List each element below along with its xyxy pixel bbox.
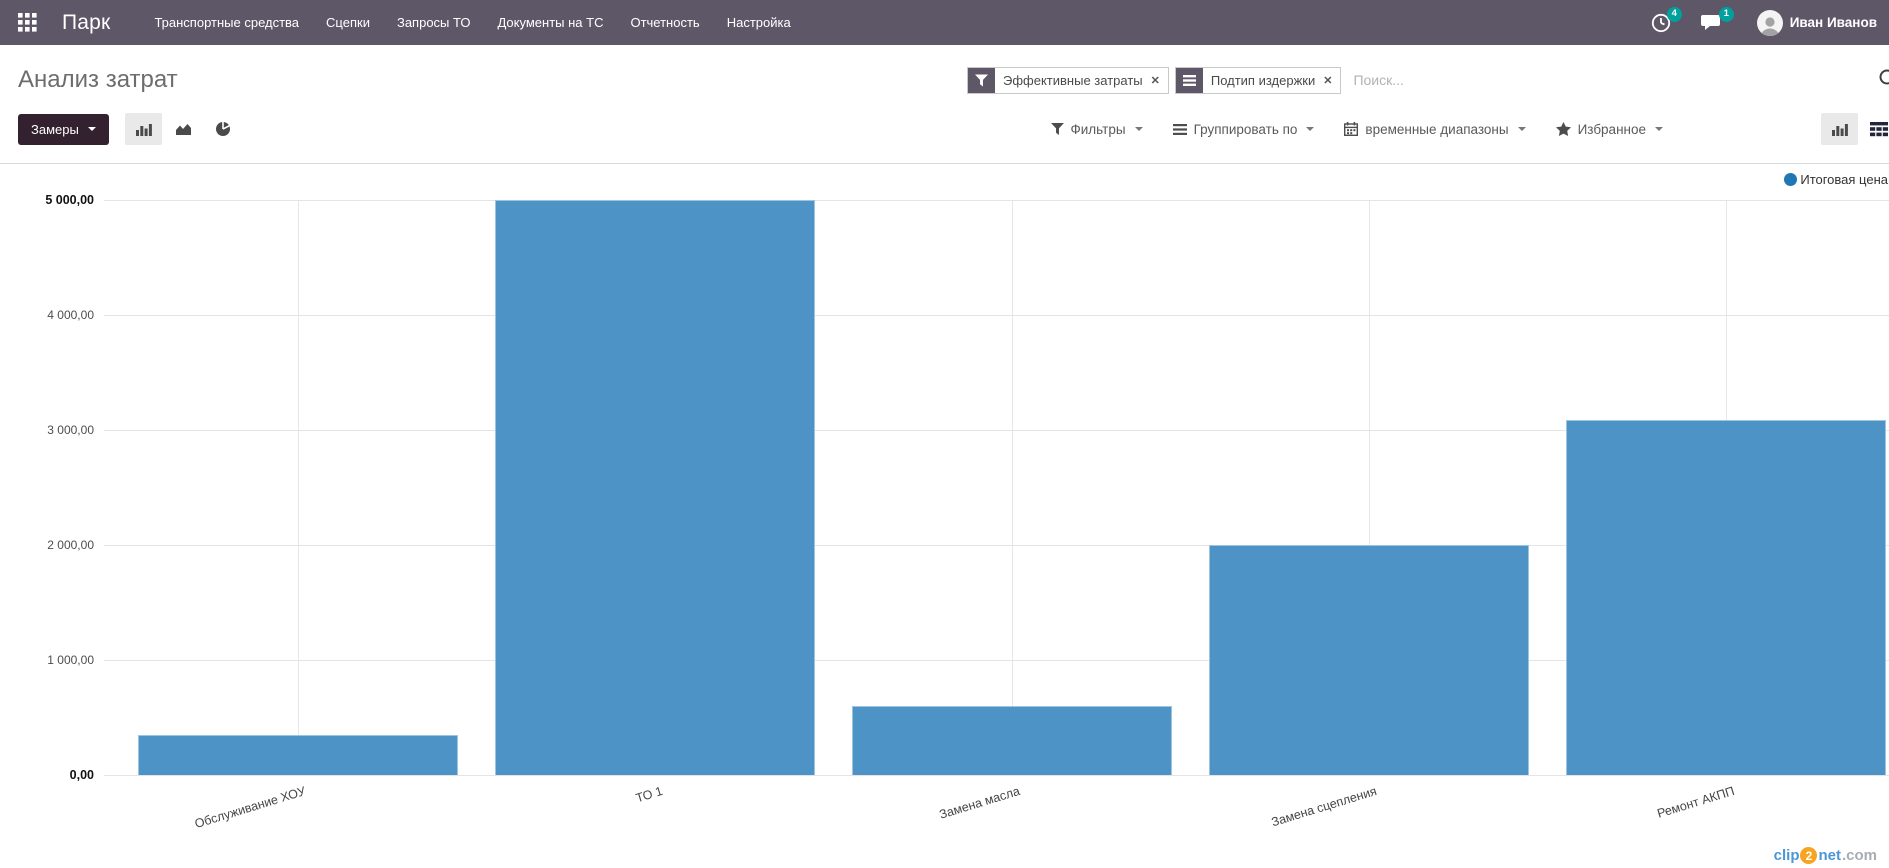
main-menu: Транспортные средства Сцепки Запросы ТО … [154,15,790,30]
horizontal-gridline [104,200,1889,201]
legend-item[interactable]: Итоговая цена [1784,172,1888,187]
caret-down-icon [88,127,96,131]
caret-down-icon [1655,127,1663,131]
cost-analysis-chart: 0,00 1 000,00 2 000,00 3 000,00 4 000,00 5 00… [0,164,1889,868]
bar-4[interactable] [1209,545,1529,775]
group-by-dropdown[interactable]: Группировать по [1173,122,1315,137]
horizontal-gridline [104,775,1889,776]
activity-badge: 4 [1667,7,1682,22]
control-panel: Анализ затрат Эффективные затраты ✕ Подт… [0,45,1889,164]
vertical-gridline [298,200,299,775]
app-brand[interactable]: Парк [62,11,110,35]
filter-icon [968,68,995,93]
search-facet-groupby: Подтип издержки ✕ [1175,67,1342,94]
pie-chart-type-button[interactable] [205,113,242,145]
vertical-gridline [1012,200,1013,775]
calendar-icon [1344,122,1358,136]
filter-icon [1051,123,1064,135]
menu-vehicles[interactable]: Транспортные средства [154,15,299,30]
menu-vehicle-documents[interactable]: Документы на ТС [497,15,603,30]
time-ranges-label: временные диапазоны [1365,122,1508,137]
facet-remove-button[interactable]: ✕ [1151,68,1168,93]
filters-label: Фильтры [1071,122,1126,137]
search-options: Фильтры Группировать по временные ди [1051,122,1664,137]
y-tick-label: 1 000,00 [0,653,94,667]
bar-chart-icon [135,122,152,136]
top-navbar: Парк Транспортные средства Сцепки Запрос… [0,0,1889,45]
pivot-view-button[interactable] [1860,113,1889,145]
user-menu[interactable]: Иван Иванов [1757,10,1877,36]
message-badge: 1 [1719,7,1734,22]
chart-type-switcher [125,113,242,145]
bar-2[interactable] [495,200,815,775]
pivot-view-icon [1870,122,1888,137]
user-name: Иван Иванов [1790,15,1877,30]
watermark-net: net [1818,847,1841,864]
watermark-two: 2 [1800,847,1817,864]
bar-3[interactable] [852,706,1172,775]
x-axis-label: ТО 1 [634,784,664,805]
caret-down-icon [1306,127,1314,131]
y-tick-label: 3 000,00 [0,423,94,437]
group-by-label: Группировать по [1194,122,1298,137]
star-icon [1556,122,1571,136]
caret-down-icon [1518,127,1526,131]
search-input[interactable] [1347,68,1878,92]
menu-service-requests[interactable]: Запросы ТО [397,15,471,30]
apps-grid-glyph [18,13,37,32]
bar-5[interactable] [1566,420,1886,775]
graph-view-button[interactable] [1821,113,1858,145]
activities-button[interactable]: 4 [1651,13,1671,33]
filters-dropdown[interactable]: Фильтры [1051,122,1143,137]
pie-chart-icon [215,121,231,137]
favorites-label: Избранное [1578,122,1646,137]
bar-1[interactable] [138,735,458,775]
measures-label: Замеры [31,122,79,137]
avatar [1757,10,1783,36]
navbar-right: 4 1 Иван Иванов [1651,10,1877,36]
menu-reporting[interactable]: Отчетность [630,15,699,30]
caret-down-icon [1135,127,1143,131]
y-tick-label: 5 000,00 [0,193,94,207]
menu-couplings[interactable]: Сцепки [326,15,370,30]
view-switcher [1821,113,1889,145]
bar-chart-type-button[interactable] [125,113,162,145]
y-tick-label: 0,00 [0,768,94,782]
search-facet-filter: Эффективные затраты ✕ [967,67,1169,94]
legend-label: Итоговая цена [1800,172,1888,187]
person-icon [1758,14,1782,36]
page-title: Анализ затрат [18,66,178,94]
x-axis-label: Ремонт АКПП [1655,784,1736,821]
y-tick-label: 2 000,00 [0,538,94,552]
messages-button[interactable]: 1 [1701,13,1723,33]
x-axis-label: Замена сцепления [1270,784,1379,829]
watermark-clip: clip [1774,847,1800,864]
legend-dot [1784,173,1797,186]
area-chart-type-button[interactable] [165,113,202,145]
search-bar: Эффективные затраты ✕ Подтип издержки ✕ [967,67,1889,94]
y-tick-label: 4 000,00 [0,308,94,322]
facet-remove-button[interactable]: ✕ [1323,68,1340,93]
group-by-icon [1176,68,1203,93]
measures-button[interactable]: Замеры [18,114,109,145]
facet-label: Эффективные затраты [995,68,1151,93]
menu-settings[interactable]: Настройка [727,15,791,30]
clip2net-watermark[interactable]: clip 2 net .com [1774,847,1877,864]
bar-chart-icon [1831,122,1848,136]
group-by-icon [1173,124,1187,135]
x-axis-label: Замена масла [938,784,1022,822]
time-ranges-dropdown[interactable]: временные диапазоны [1344,122,1525,137]
search-icon[interactable] [1878,68,1889,93]
area-chart-icon [175,122,192,136]
facet-label: Подтип издержки [1203,68,1323,93]
watermark-com: .com [1842,847,1877,864]
x-axis-label: Обслуживание ХОУ [193,784,307,831]
apps-grid-icon[interactable] [14,10,40,36]
favorites-dropdown[interactable]: Избранное [1556,122,1663,137]
horizontal-gridline [104,315,1889,316]
